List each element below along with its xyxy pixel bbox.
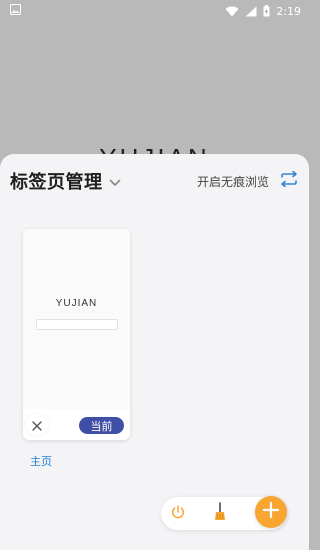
header-actions: 开启无痕浏览 [197,170,299,191]
sheet-header: 标签页管理 开启无痕浏览 [10,168,299,194]
switch-icon[interactable] [279,170,299,191]
chevron-down-icon [109,172,121,191]
thumbnail-logo: YUJIAN [55,298,98,309]
power-button[interactable] [166,502,190,526]
signal-icon [245,6,257,17]
battery-charging-icon [263,5,270,17]
add-icon [262,501,280,522]
add-tab-button[interactable] [255,496,287,528]
image-icon [10,4,21,18]
tab-thumbnail: YUJIAN [23,229,130,409]
tab-title[interactable]: 主页 [30,453,52,469]
power-icon [170,504,186,524]
clear-button[interactable] [208,502,232,526]
thumbnail-search-box [36,319,118,330]
sheet-title: 标签页管理 [10,172,103,193]
current-badge: 当前 [79,417,124,434]
clock-text: 2:19 [276,4,301,18]
incognito-toggle-link[interactable]: 开启无痕浏览 [197,173,269,190]
close-icon [32,416,42,435]
tab-card[interactable]: YUJIAN 当前 [23,229,130,440]
title-dropdown[interactable]: 标签页管理 [10,168,121,194]
status-icons: 2:19 [225,5,301,18]
status-bar: 2:19 [0,0,309,22]
tab-manager-sheet: 标签页管理 开启无痕浏览 YUJIAN 当前 主页 [0,154,309,550]
broom-icon [213,502,227,526]
wifi-icon [225,5,239,17]
close-tab-button[interactable] [26,414,48,436]
